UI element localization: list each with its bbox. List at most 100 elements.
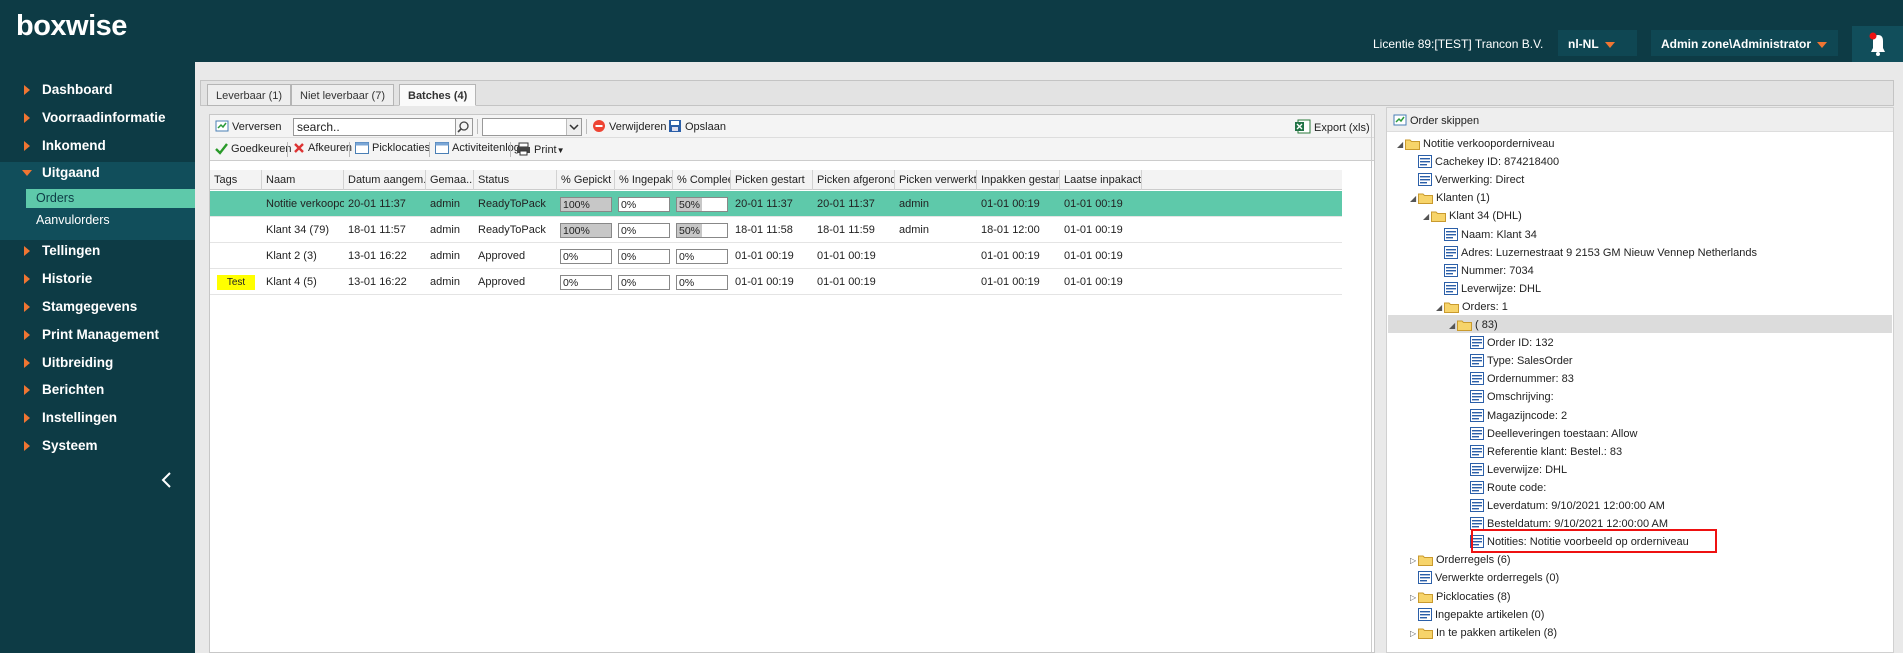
- column-header[interactable]: Picken verwerkt ...: [895, 170, 977, 190]
- sidebar-item-uitgaand[interactable]: Uitgaand: [0, 162, 195, 184]
- sidebar-item-dashboard[interactable]: Dashboard: [0, 79, 195, 101]
- expand-closed-icon[interactable]: ▷: [1410, 553, 1418, 569]
- activitylog-button[interactable]: Activiteitenlog: [435, 142, 520, 158]
- approve-button[interactable]: Goedkeuren: [215, 142, 292, 158]
- sidebar-item-historie[interactable]: Historie: [0, 268, 195, 290]
- cell-naam: Klant 34 (79): [266, 224, 329, 236]
- license-label: Licentie 89:[TEST] Trancon B.V.: [1373, 37, 1544, 51]
- expand-open-icon[interactable]: ◢: [1410, 191, 1418, 207]
- column-header[interactable]: Picken gestart: [731, 170, 813, 190]
- sidebar-item-inkomend[interactable]: Inkomend: [0, 135, 195, 157]
- tree-folder-node[interactable]: ◢ ( 83): [1449, 317, 1498, 335]
- tree-leaf-node[interactable]: Ingepakte artikelen (0): [1410, 607, 1544, 625]
- folder-icon: [1418, 592, 1433, 603]
- tree-leaf-node[interactable]: Verwerking: Direct: [1410, 172, 1524, 190]
- tree-folder-node[interactable]: ◢ Klanten (1): [1410, 190, 1490, 208]
- sidebar-subitem-aanvulorders[interactable]: Aanvulorders: [26, 211, 195, 230]
- tree-leaf-node[interactable]: Leverdatum: 9/10/2021 12:00:00 AM: [1462, 498, 1665, 516]
- tree-folder-node[interactable]: ▷ In te pakken artikelen (8): [1410, 625, 1557, 643]
- tree-leaf-node[interactable]: Route code:: [1462, 480, 1546, 498]
- search-button[interactable]: [456, 118, 473, 136]
- export-xls-button[interactable]: Export (xls): [1295, 119, 1370, 135]
- sidebar-item-voorraadinformatie[interactable]: Voorraadinformatie: [0, 107, 195, 129]
- column-header[interactable]: % Compleet: [673, 170, 731, 190]
- column-header[interactable]: Gemaa...: [426, 170, 474, 190]
- refresh-button[interactable]: Verversen: [215, 119, 282, 135]
- table-row[interactable]: Klant 34 (79) 18-01 11:57 admin ReadyToPack…: [210, 217, 1342, 243]
- sidebar-item-instellingen[interactable]: Instellingen: [0, 407, 195, 429]
- picklocations-button[interactable]: Picklocaties: [355, 142, 430, 158]
- sidebar-item-stamgegevens[interactable]: Stamgegevens: [0, 296, 195, 318]
- notifications-button[interactable]: [1852, 26, 1903, 62]
- property-icon: [1418, 608, 1432, 621]
- column-header[interactable]: % Gepickt: [557, 170, 615, 190]
- reject-button[interactable]: Afkeuren: [293, 142, 352, 158]
- tree-leaf-node[interactable]: Order ID: 132: [1462, 335, 1554, 353]
- tab-batches[interactable]: Batches (4): [399, 84, 477, 106]
- column-header[interactable]: Status: [474, 170, 557, 190]
- tree-leaf-node[interactable]: Deelleveringen toestaan: Allow: [1462, 426, 1637, 444]
- sidebar-item-systeem[interactable]: Systeem: [0, 435, 195, 457]
- sidebar-item-uitbreiding[interactable]: Uitbreiding: [0, 352, 195, 374]
- column-header[interactable]: % Ingepakt: [615, 170, 673, 190]
- user-dropdown[interactable]: Admin zone\Administrator: [1651, 30, 1838, 56]
- print-dropdown[interactable]: Print▼: [516, 142, 565, 158]
- cell-li: 01-01 00:19: [1064, 250, 1123, 262]
- tree-folder-node[interactable]: ▷ Orderregels (6): [1410, 552, 1511, 570]
- tree-leaf-node[interactable]: Omschrijving:: [1462, 389, 1554, 407]
- tree-folder-node[interactable]: ▷ Picklocaties (8): [1410, 589, 1511, 607]
- tree-leaf-node[interactable]: Verwerkte orderregels (0): [1410, 570, 1559, 588]
- tree-leaf-node[interactable]: Leverwijze: DHL: [1462, 462, 1567, 480]
- chevron-left-icon[interactable]: [160, 471, 174, 489]
- order-skip-button[interactable]: Order skippen: [1393, 113, 1479, 129]
- tree-leaf-node[interactable]: Cachekey ID: 874218400: [1410, 154, 1559, 172]
- cell-pv: [895, 269, 977, 295]
- sidebar-item-tellingen[interactable]: Tellingen: [0, 240, 195, 262]
- expand-open-icon[interactable]: ◢: [1423, 209, 1431, 225]
- tree-folder-node[interactable]: ◢ Klant 34 (DHL): [1423, 208, 1522, 226]
- expand-closed-icon[interactable]: ▷: [1410, 590, 1418, 606]
- tree-leaf-node[interactable]: Nummer: 7034: [1436, 263, 1534, 281]
- table-row[interactable]: Notitie verkoopo... 20-01 11:37 admin Ready…: [210, 191, 1342, 217]
- tree-leaf-node[interactable]: Referentie klant: Bestel.: 83: [1462, 444, 1622, 462]
- tree-leaf-node[interactable]: Type: SalesOrder: [1462, 353, 1573, 371]
- language-dropdown[interactable]: nl-NL: [1558, 30, 1637, 56]
- column-header[interactable]: Laatse inpakacti...: [1060, 170, 1142, 190]
- column-header[interactable]: Datum aangem...: [344, 170, 426, 190]
- table-row[interactable]: Test Klant 4 (5) 13-01 16:22 admin Approved 0…: [210, 269, 1342, 295]
- expand-open-icon[interactable]: ◢: [1397, 137, 1405, 153]
- column-header[interactable]: Picken afgerond: [813, 170, 895, 190]
- column-header[interactable]: Tags: [210, 170, 262, 190]
- tree-leaf-node[interactable]: Naam: Klant 34: [1436, 227, 1537, 245]
- delete-button[interactable]: Verwijderen: [592, 119, 666, 135]
- sidebar-item-print-management[interactable]: Print Management: [0, 324, 195, 346]
- tree-leaf-node[interactable]: Adres: Luzernestraat 9 2153 GM Nieuw Ven…: [1436, 245, 1757, 263]
- logo[interactable]: boxwise: [16, 10, 127, 43]
- chevron-down-icon: [1604, 41, 1615, 48]
- search-input[interactable]: search..: [293, 118, 456, 136]
- tree-folder-node[interactable]: ◢ Orders: 1: [1436, 299, 1508, 317]
- save-button[interactable]: Opslaan: [668, 119, 726, 135]
- tree-leaf-node[interactable]: Magazijncode: 2: [1462, 408, 1567, 426]
- column-header[interactable]: Naam: [262, 170, 344, 190]
- column-header[interactable]: Inpakken gestart: [977, 170, 1060, 190]
- property-icon: [1470, 354, 1484, 367]
- expand-open-icon[interactable]: ◢: [1449, 318, 1457, 334]
- property-icon: [1470, 372, 1484, 385]
- expand-open-icon[interactable]: ◢: [1436, 300, 1444, 316]
- tree-folder-node[interactable]: ◢ Notitie verkooporderniveau: [1397, 136, 1554, 154]
- tree-leaf-node[interactable]: Ordernummer: 83: [1462, 371, 1574, 389]
- sidebar-subitem-orders[interactable]: Orders: [26, 189, 195, 208]
- sidebar-item-berichten[interactable]: Berichten: [0, 379, 195, 401]
- progress-bar: 100%: [560, 197, 612, 212]
- tree-leaf-node[interactable]: Leverwijze: DHL: [1436, 281, 1541, 299]
- tab-leverbaar[interactable]: Leverbaar (1): [207, 84, 292, 106]
- filter-select[interactable]: [482, 118, 582, 136]
- table-row[interactable]: Klant 2 (3) 13-01 16:22 admin Approved 0% 0% 0…: [210, 243, 1342, 269]
- tab-niet-leverbaar[interactable]: Niet leverbaar (7): [291, 84, 394, 106]
- expand-closed-icon[interactable]: ▷: [1410, 626, 1418, 642]
- sidebar-item-label: Berichten: [42, 382, 105, 397]
- folder-icon: [1418, 555, 1433, 566]
- tab-bar: Leverbaar (1) Niet leverbaar (7) Batches…: [200, 80, 1894, 106]
- progress-label: 0%: [563, 277, 579, 289]
